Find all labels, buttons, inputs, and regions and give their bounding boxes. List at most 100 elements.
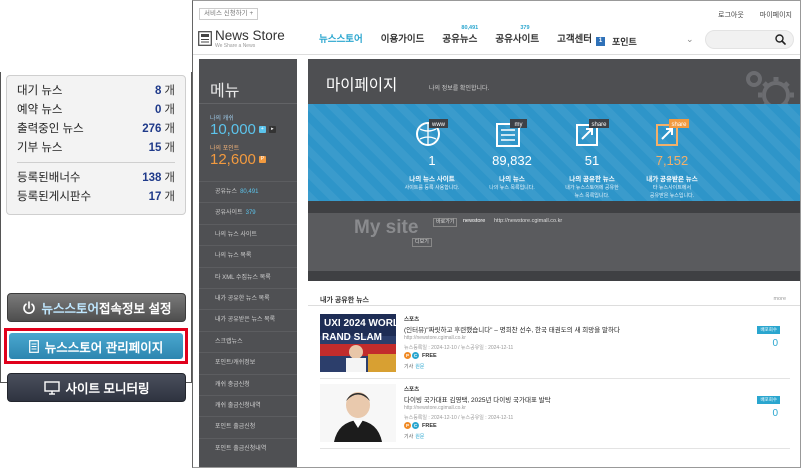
stat-label: 등록된배너수 [17,172,81,184]
sidebar-item-label: 공유사이트 [215,210,243,217]
main-nav: 뉴스스토어 이용가이드 80,491 공유뉴스 379 공유사이트 고객센터 [310,25,601,55]
stat-value: 0 [155,104,162,116]
newspaper-icon [198,31,212,46]
logo-text: News Store [215,28,285,43]
chevron-down-icon[interactable]: ⌄ [686,34,694,45]
news-item[interactable]: 스포츠 다이빙 국가대표 김영택, 2025년 다이빙 국가대표 발탁 http… [320,384,790,442]
sidebar-item-shared-sites[interactable]: 공유사이트 379 [199,202,297,223]
stat-value: 17 [148,191,162,203]
sidebar-item-shared-to-me[interactable]: 내가 공유받은 뉴스 목록 [199,309,297,330]
logout-link[interactable]: 로그아웃 [718,10,744,20]
search-icon[interactable] [775,34,786,45]
stat-row-boards: 등록된게시판수 17 개 [17,188,175,207]
news-title[interactable]: 다이빙 국가대표 김영택, 2025년 다이빙 국가대표 발탁 [404,394,551,404]
sidebar-menu: 메뉴 나의 캐쉬 10,000 + ▸ 나의 포인트 12,600 P 공유뉴스… [199,59,297,467]
mypage-header: 마이페이지 나의 정보를 확인합니다. [308,59,800,113]
sidebar-item-point-cash[interactable]: 포인트/캐쉬정보 [199,352,297,373]
sidebar-item-shared-by-me[interactable]: 내가 공유한 뉴스 목록 [199,287,297,309]
point-label: 포인트 [612,37,637,47]
sidebar-item-cash-history[interactable]: 캐쉬 출금신청내역 [199,394,297,416]
service-apply-link[interactable]: 서비스 신청하기 + [199,8,259,20]
more-link[interactable]: more [773,296,786,302]
nav-label: 이용가이드 [380,34,425,45]
nav-shared-sites[interactable]: 379 공유사이트 [486,25,548,55]
svg-text:RAND SLAM: RAND SLAM [322,332,382,343]
more-button[interactable]: 디보기 [412,238,432,247]
admin-panel: 대기 뉴스 8개 예약 뉴스 0개 출력중인 뉴스 276 개 기부 뉴스 15 개… [0,72,192,402]
nav-customer-center[interactable]: 고객센터 [548,25,601,55]
news-divider [320,448,790,449]
cash-charge-icon[interactable]: + [258,126,266,133]
settings-button-label: 접속정보 설정 [99,302,172,316]
share-received-icon: share [656,119,689,146]
band-icon-tag: share [671,122,687,128]
stat-unit: 개 [164,123,175,135]
point-value-row: 12,600 P [210,151,266,168]
connection-settings-button[interactable]: 뉴스스토어 접속정보 설정 [7,293,186,322]
sidebar-item-cash-withdraw[interactable]: 캐쉬 충금신청 [199,373,297,395]
stat-value: 138 [142,172,162,184]
band-icon-tag: my [515,122,523,128]
go-to-site-button[interactable]: 바로가기 [433,218,458,227]
news-title[interactable]: (인터뷰)"짜릿하고 후련했습니다" – 명희찬 선수, 한국 태권도의 새 희… [404,324,620,334]
news-thumbnail[interactable]: UXI 2024 WORLD RAND SLAM [320,314,396,372]
nav-label: 고객센터 [557,34,593,45]
nav-news-store[interactable]: 뉴스스토어 [310,25,372,55]
manage-page-button[interactable]: 뉴스스토어 관리페이지 [9,333,183,359]
sidebar-item-xml-news[interactable]: 타 XML 수집뉴스 목록 [199,266,297,288]
mypage-link[interactable]: 마이페이지 [760,10,792,20]
stat-row-donated: 기부 뉴스 15 개 [17,139,175,158]
distribution-count-badge: 배포회수 [757,396,780,404]
sidebar-item-shared-news[interactable]: 공유뉴스 80,491 [199,181,297,202]
point-badge-icon: P [404,352,411,359]
nav-usage-guide[interactable]: 이용가이드 [372,25,434,55]
sidebar-item-scrap[interactable]: 스크랩뉴스 [199,330,297,352]
sidebar-item-label: 나의 뉴스 사이트 [215,231,257,238]
distribution-count-badge: 배포회수 [757,326,780,334]
monitor-button-label: 사이트 모니터링 [65,382,150,396]
news-date: 뉴스등록일 : 2024-12-10 / 뉴스공유일 : 2024-12-11 [404,345,514,351]
nav-count-badge: 80,491 [461,25,479,31]
point-value: 12,600 [210,151,256,168]
site-logo[interactable]: News Store We Share a News [198,29,285,49]
my-site-name: newstore [463,218,486,224]
news-url: http://newstore.cgimall.co.kr [404,335,466,341]
cash-value: 10,000 [210,121,256,138]
news-date: 뉴스등록일 : 2024-12-10 / 뉴스공유일 : 2024-12-11 [404,415,514,421]
monitor-icon [43,380,60,395]
sidebar-item-my-news-list[interactable]: 나의 뉴스 목록 [199,245,297,266]
news-item[interactable]: UXI 2024 WORLD RAND SLAM 스포츠 (인터뷰)"짜릿하고 … [320,314,790,372]
news-original-link[interactable]: 원문 [415,434,424,440]
band-value: 7,152 [655,153,689,168]
band-icon-tag: share [591,122,607,128]
distribution-count: 0 [772,408,778,419]
stat-label: 기부 뉴스 [17,142,63,154]
sidebar-item-point-history[interactable]: 포인트 출금신청내역 [199,437,297,459]
sidebar-item-point-withdraw[interactable]: 포인트 출금신청 [199,416,297,437]
sidebar-item-count: 379 [245,210,256,217]
band-shared-to-me[interactable]: share 7,152 내가 공유받은 뉴스 타 뉴스사이트에서 공유받은 뉴스… [612,118,732,199]
point-coin-icon[interactable]: P [258,156,266,163]
point-menu[interactable]: 1 포인트 [596,35,637,48]
search-input[interactable] [705,30,794,49]
news-original-link[interactable]: 원문 [415,364,424,370]
sidebar-item-label: 캐쉬 출금신청내역 [215,402,261,409]
site-monitoring-button[interactable]: 사이트 모니터링 [7,373,186,402]
news-store-site: 서비스 신청하기 + 로그아웃 마이페이지 News Store We Shar… [192,0,801,468]
sidebar-item-label: 타 XML 수집뉴스 목록 [215,274,271,281]
main-content: 마이페이지 나의 정보를 확인합니다. www 1 나의 뉴스 사이트 사이트를… [308,59,800,467]
screenshot-root: 대기 뉴스 8개 예약 뉴스 0개 출력중인 뉴스 276 개 기부 뉴스 15 개… [0,0,801,468]
my-site-url[interactable]: http://newstore.cgimall.co.kr [494,218,562,224]
news-thumbnail[interactable] [320,384,396,442]
shared-news-title: 내가 공유한 뉴스 [320,297,369,304]
news-tag-label: 기사 [404,434,414,440]
sidebar-item-my-news-site[interactable]: 나의 뉴스 사이트 [199,223,297,245]
stat-label: 출력중인 뉴스 [17,123,84,135]
stat-unit: 개 [164,172,175,184]
news-badges: P C FREE [404,352,437,359]
sidebar-item-label: 캐쉬 충금신청 [215,381,250,388]
cash-arrow-icon[interactable]: ▸ [268,126,276,133]
settings-button-accent: 뉴스스토어 [41,302,100,316]
nav-shared-news[interactable]: 80,491 공유뉴스 [433,25,486,55]
nav-label: 공유사이트 [495,34,540,45]
